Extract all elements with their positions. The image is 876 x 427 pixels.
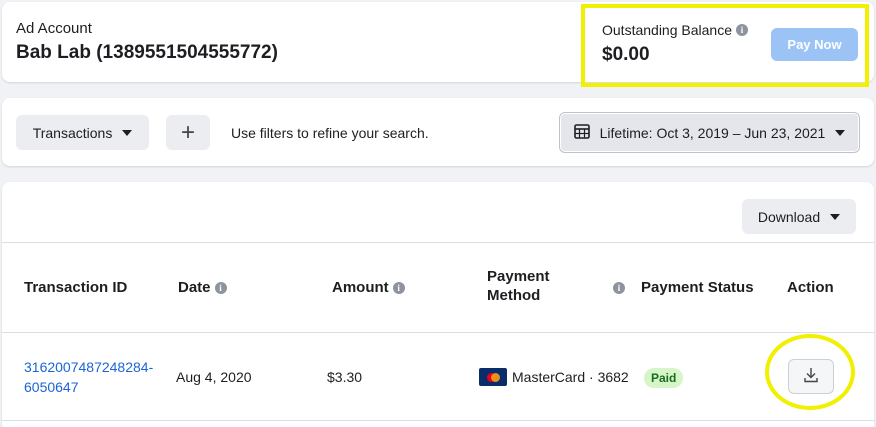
caret-down-icon — [830, 213, 841, 220]
payment-method-text: MasterCard · 3682 — [512, 369, 629, 385]
row-amount: $3.30 — [327, 369, 363, 385]
header-action-label: Action — [787, 279, 834, 296]
add-filter-button[interactable]: + — [166, 115, 210, 150]
transaction-id-link[interactable]: 3162007487248284- 6050647 — [24, 357, 153, 397]
ad-account-label: Ad Account — [16, 20, 92, 37]
download-label: Download — [757, 208, 821, 225]
header-transaction-id: Transaction ID — [24, 279, 127, 296]
header-row-divider — [2, 332, 874, 333]
header-amount-label: Amount — [332, 279, 389, 296]
header-date: Date i — [178, 279, 227, 296]
header-date-label: Date — [178, 279, 211, 296]
row-date: Aug 4, 2020 — [176, 369, 252, 385]
caret-down-icon — [122, 129, 133, 136]
filter-bar-card: Transactions + Use filters to refine you… — [2, 98, 874, 166]
status-badge: Paid — [644, 368, 684, 388]
mastercard-icon — [479, 368, 507, 386]
transactions-dropdown-label: Transactions — [32, 124, 113, 141]
info-icon[interactable]: i — [392, 281, 405, 294]
transaction-id-line2: 6050647 — [24, 379, 79, 395]
row-divider — [2, 420, 874, 421]
header-payment-status-label: Payment Status — [641, 279, 754, 296]
filter-hint-text: Use filters to refine your search. — [231, 125, 429, 141]
transactions-dropdown[interactable]: Transactions — [16, 115, 149, 150]
header-action: Action — [787, 279, 834, 296]
header-amount: Amount i — [332, 279, 405, 296]
row-payment-method: MasterCard · 3682 — [479, 368, 629, 386]
header-payment-method-line2: Method — [487, 287, 541, 304]
info-icon[interactable]: i — [214, 281, 227, 294]
action-highlight-circle — [765, 334, 855, 410]
balance-highlight-box — [581, 4, 869, 87]
ad-account-name: Bab Lab (1389551504555772) — [16, 42, 278, 63]
header-payment-method: Payment Method — [487, 268, 550, 304]
calendar-icon — [573, 123, 590, 142]
transactions-table-card: Download Transaction ID Date i Amount i … — [2, 182, 874, 427]
header-payment-status: Payment Status — [641, 279, 754, 296]
date-range-label: Lifetime: Oct 3, 2019 – Jun 23, 2021 — [599, 124, 826, 141]
download-dropdown[interactable]: Download — [742, 199, 856, 234]
caret-down-icon — [835, 129, 846, 136]
header-payment-method-line1: Payment — [487, 268, 550, 285]
transaction-id-line1: 3162007487248284- — [24, 359, 154, 375]
date-range-picker[interactable]: Lifetime: Oct 3, 2019 – Jun 23, 2021 — [559, 112, 860, 153]
header-transaction-id-label: Transaction ID — [24, 279, 128, 296]
info-icon[interactable]: i — [613, 282, 625, 294]
table-top-divider — [2, 242, 874, 243]
